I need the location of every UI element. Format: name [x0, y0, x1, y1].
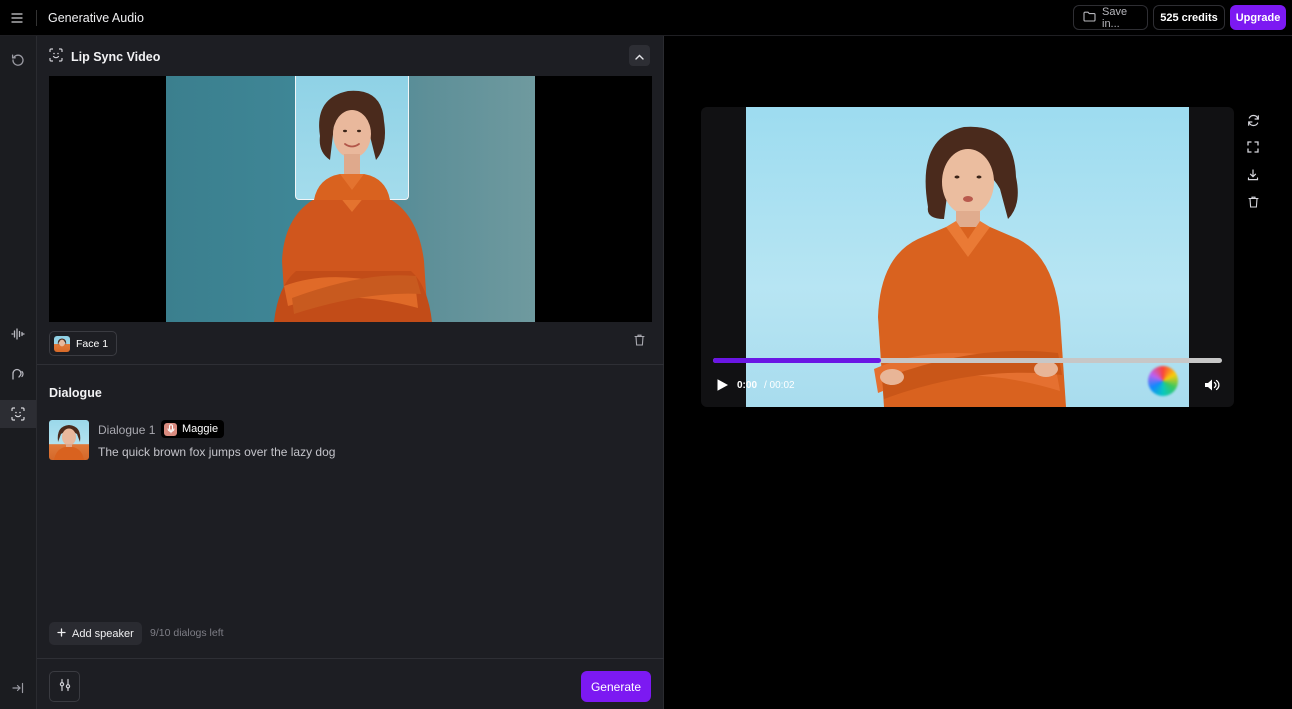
footer-divider [37, 658, 664, 659]
color-wheel-cursor-icon [1148, 366, 1178, 396]
face-thumbnail [54, 335, 70, 352]
face-scan-icon[interactable] [0, 400, 36, 428]
dialogue-face-thumbnail [49, 420, 89, 460]
trash-icon[interactable] [634, 334, 645, 349]
download-icon[interactable] [1245, 167, 1261, 183]
face-scan-icon [49, 48, 63, 65]
dialogs-left-count: 9/10 dialogs left [150, 627, 224, 639]
face-1-chip[interactable]: Face 1 [49, 331, 118, 356]
hamburger-menu-icon[interactable] [8, 9, 26, 27]
upgrade-button[interactable]: Upgrade [1230, 5, 1286, 30]
generate-button[interactable]: Generate [581, 671, 651, 702]
app-title: Generative Audio [48, 11, 144, 25]
progress-bar[interactable] [713, 358, 1222, 363]
play-icon[interactable] [716, 378, 729, 395]
add-speaker-label: Add speaker [72, 627, 134, 640]
trash-icon[interactable] [1245, 194, 1261, 210]
refresh-icon[interactable] [1245, 112, 1261, 128]
save-in-label: Save in... [1102, 5, 1128, 30]
save-in-button[interactable]: Save in... [1073, 5, 1148, 30]
folder-icon [1083, 11, 1096, 25]
settings-button[interactable] [49, 671, 80, 702]
current-time: 0:00 [737, 380, 758, 391]
face-1-label: Face 1 [76, 337, 109, 350]
collapse-sidebar-icon[interactable] [0, 674, 36, 702]
volume-icon[interactable] [1204, 378, 1220, 395]
topbar-divider [36, 10, 37, 26]
add-speaker-button[interactable]: Add speaker [49, 622, 142, 645]
dialogue-title: Dialogue [49, 386, 102, 400]
total-time: / 00:02 [764, 380, 795, 391]
dialogue-1-name: Dialogue 1 [98, 423, 156, 437]
lip-sync-panel: Lip Sync Video Face 1 Dialogue Dialogue … [37, 36, 664, 709]
top-bar: Generative Audio Save in... 525 credits … [0, 0, 1292, 36]
source-video-preview[interactable] [49, 76, 652, 322]
collapse-section-button[interactable] [629, 45, 650, 66]
lip-sync-header: Lip Sync Video [49, 48, 160, 65]
section-divider [37, 364, 664, 365]
detected-face-box[interactable] [295, 76, 409, 200]
plus-icon [57, 627, 66, 640]
output-video-player[interactable]: 0:00 / 00:02 [701, 107, 1234, 407]
sliders-icon [58, 678, 72, 695]
fullscreen-icon[interactable] [1245, 139, 1261, 155]
waveform-icon[interactable] [0, 320, 36, 348]
credits-button[interactable]: 525 credits [1153, 5, 1225, 30]
progress-fill [713, 358, 881, 363]
left-rail [0, 36, 37, 709]
source-portrait-image [166, 76, 535, 322]
dialogue-1-text[interactable]: The quick brown fox jumps over the lazy … [98, 445, 335, 459]
speaker-name: Maggie [182, 423, 219, 435]
history-icon[interactable] [0, 46, 36, 74]
lip-sync-title: Lip Sync Video [71, 49, 161, 64]
chevron-up-icon [635, 49, 644, 63]
microphone-icon [164, 422, 177, 436]
speaker-chip-maggie[interactable]: Maggie [161, 420, 225, 438]
voice-speaking-icon[interactable] [0, 360, 36, 388]
